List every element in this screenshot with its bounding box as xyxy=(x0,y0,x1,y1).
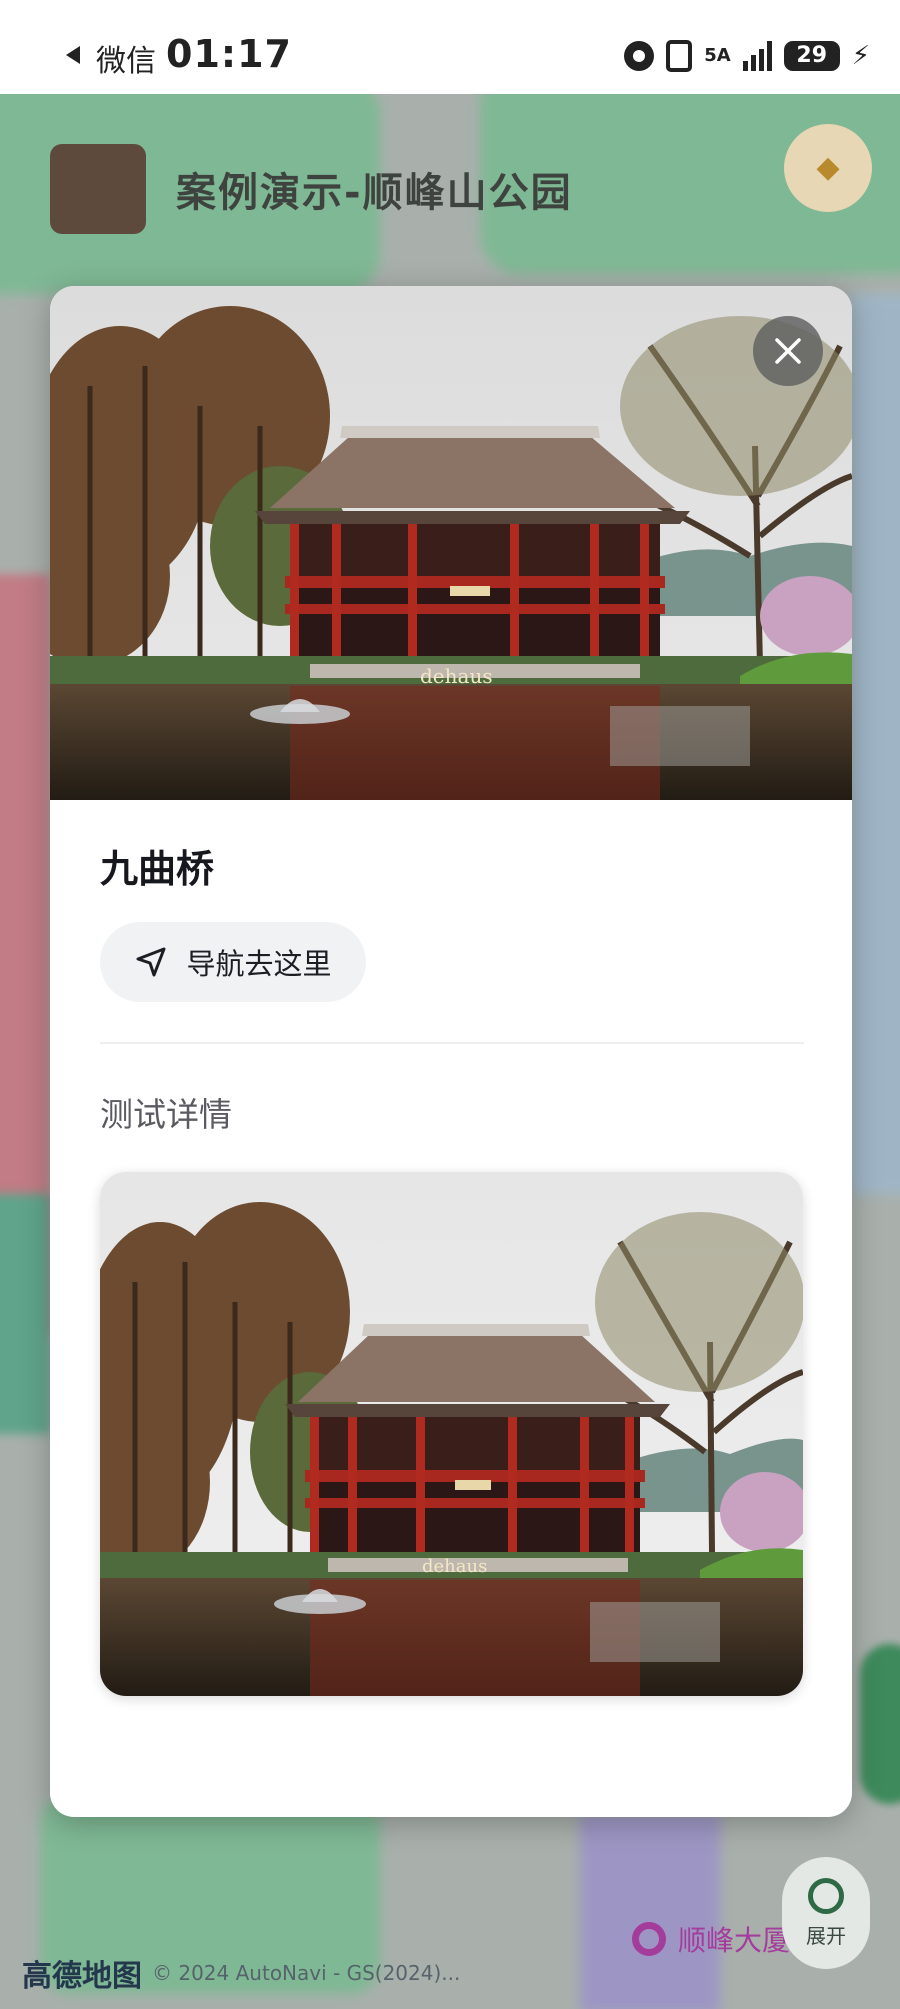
navigation-arrow-icon xyxy=(136,947,166,977)
hero-photo-watermark: dehaus xyxy=(420,664,493,688)
close-icon xyxy=(775,338,801,364)
map-poi-label: 顺峰大厦 xyxy=(677,1924,790,1957)
detail-photo[interactable]: dehaus xyxy=(100,1172,803,1696)
detail-photo-image xyxy=(100,1172,803,1696)
map-header: 案例演示-顺峰山公园 xyxy=(50,144,573,234)
place-hero-photo xyxy=(50,286,852,800)
map-footer: 高德地图 © 2024 AutoNavi - GS(2024)... xyxy=(22,1951,460,1995)
close-button[interactable] xyxy=(753,316,823,386)
divider xyxy=(100,1042,804,1044)
map-poi[interactable]: 顺峰大厦 xyxy=(631,1919,790,1959)
map-footer-logo: 高德地图 xyxy=(22,1959,142,1994)
map-expand-label: 展开 xyxy=(806,1923,846,1948)
network-label: 5A xyxy=(704,45,731,66)
place-name: 九曲桥 xyxy=(100,847,215,891)
section-title: 测试详情 xyxy=(100,1095,232,1134)
map-footer-copyright: © 2024 AutoNavi - GS(2024)... xyxy=(152,1961,461,1985)
navigate-button-label: 导航去这里 xyxy=(186,947,332,981)
signal-icon xyxy=(742,41,772,71)
status-back-app[interactable]: 微信 xyxy=(96,36,156,80)
vibrate-icon xyxy=(666,40,693,72)
expand-icon xyxy=(808,1877,844,1914)
back-arrow-icon[interactable] xyxy=(66,46,80,64)
status-icons: 5A 29 ⚡ xyxy=(624,38,870,74)
charging-bolt-icon: ⚡ xyxy=(851,41,870,71)
status-time: 01:17 xyxy=(166,32,292,76)
map-expand-button[interactable]: 展开 xyxy=(782,1857,870,1969)
poi-pin-icon xyxy=(631,1922,666,1956)
map-header-title: 案例演示-顺峰山公园 xyxy=(176,170,573,216)
status-bar: 微信 01:17 5A 29 ⚡ xyxy=(0,0,900,94)
place-detail-modal: dehaus 九曲桥 导航去这里 测试详情 dehaus xyxy=(50,286,852,1817)
alarm-icon xyxy=(624,41,655,71)
battery-icon: 29 xyxy=(783,41,840,71)
map-header-thumbnail xyxy=(50,144,146,234)
map-badge-icon[interactable]: ◆ xyxy=(784,124,872,212)
navigate-button[interactable]: 导航去这里 xyxy=(100,922,366,1002)
detail-photo-watermark: dehaus xyxy=(422,1556,488,1577)
